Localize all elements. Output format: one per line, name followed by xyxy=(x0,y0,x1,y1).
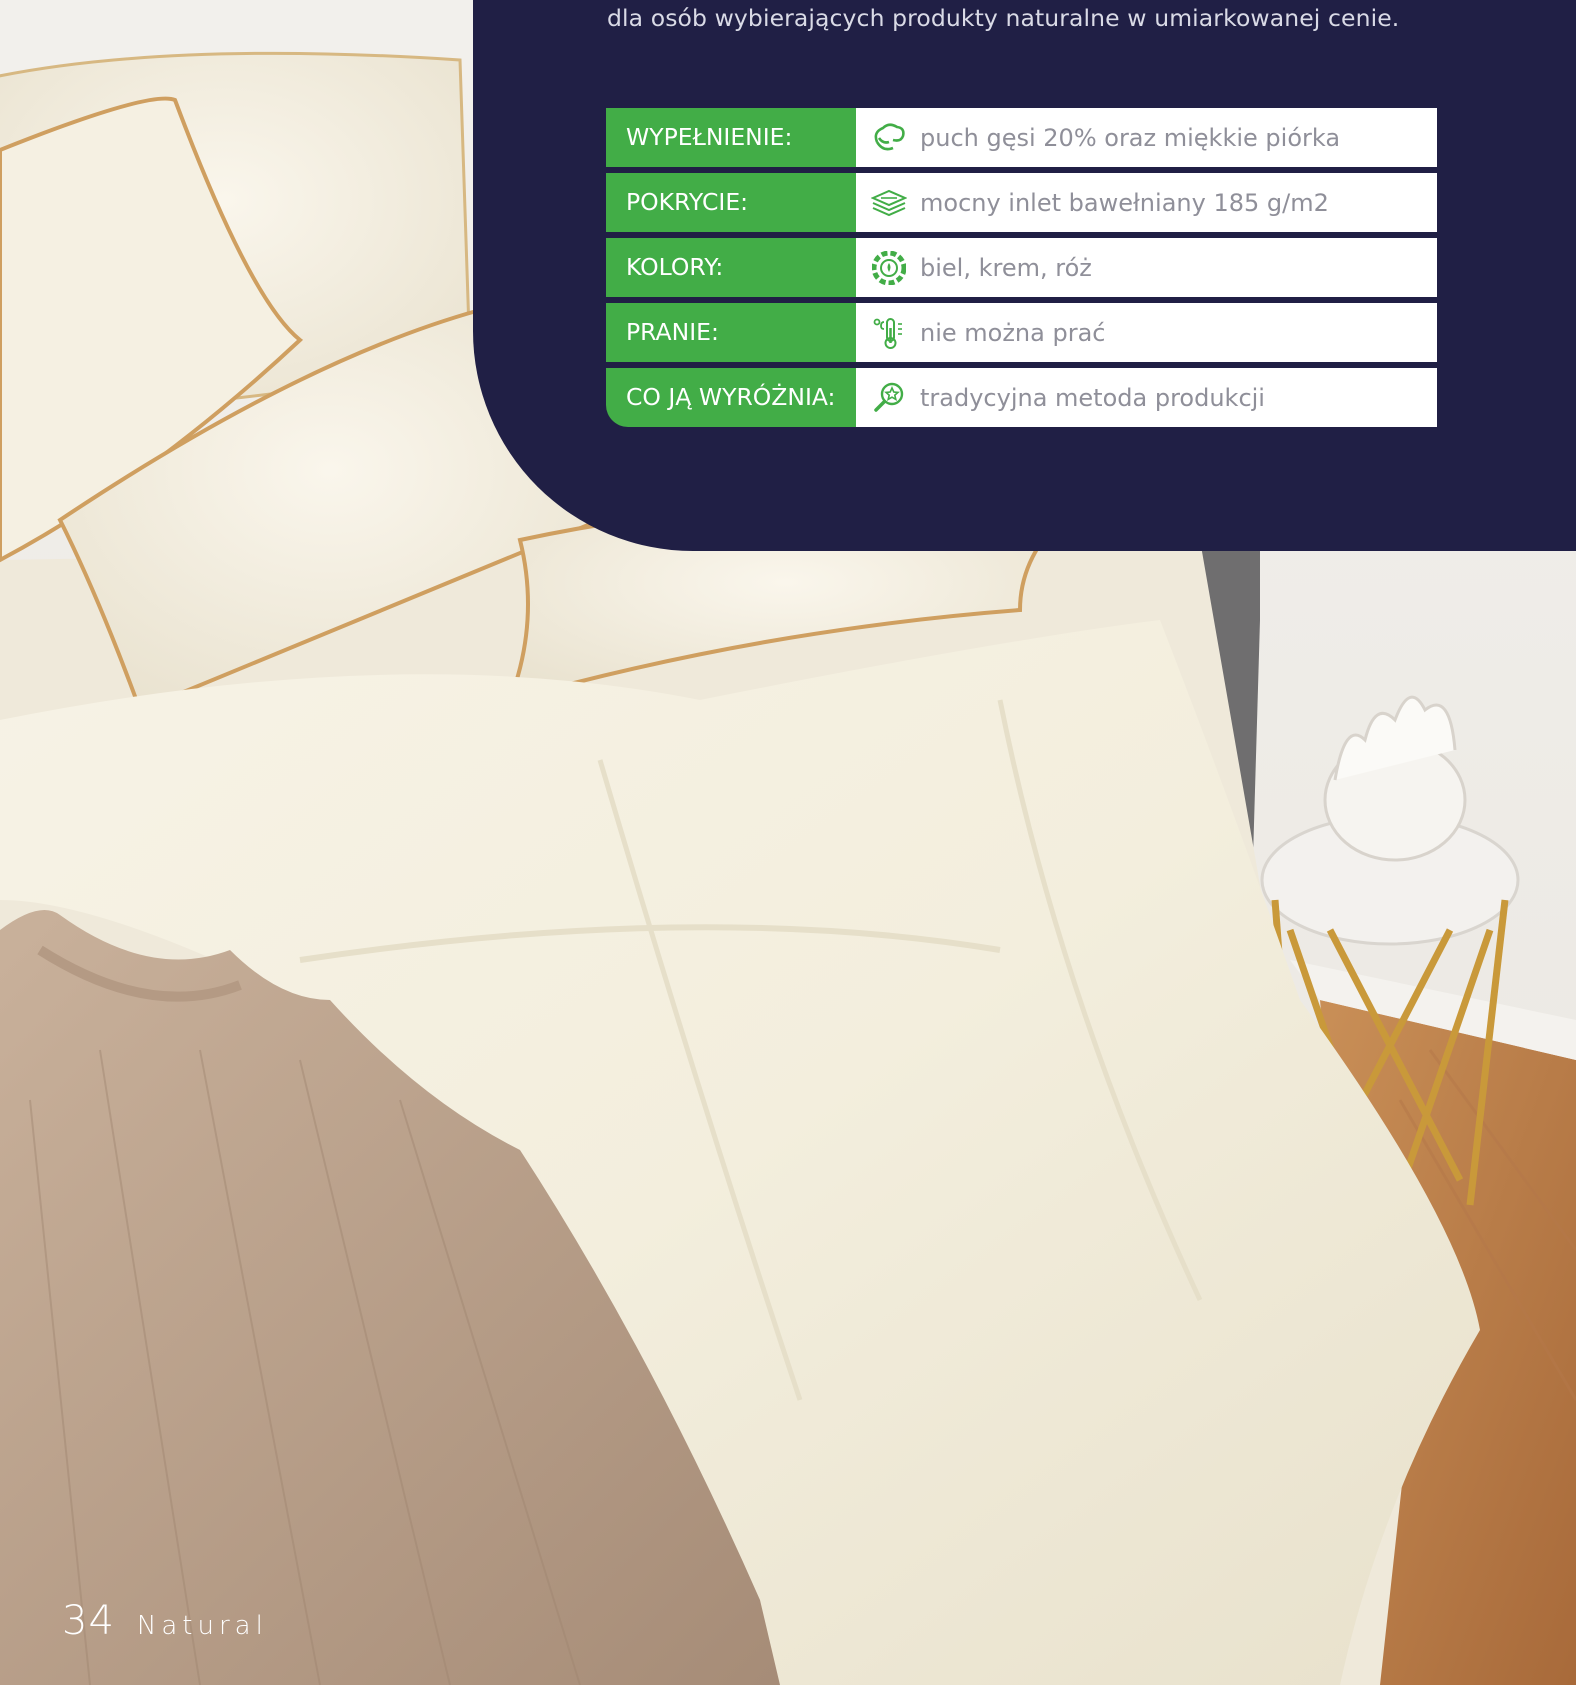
spec-value: puch gęsi 20% oraz miękkie piórka xyxy=(920,123,1341,152)
intro-text: dla osób wybierających produkty naturaln… xyxy=(607,4,1400,32)
color-wheel-icon xyxy=(870,249,908,287)
spec-value-cell: biel, krem, róż xyxy=(856,238,1437,297)
spec-value: biel, krem, róż xyxy=(920,253,1092,282)
spec-label: WYPEŁNIENIE: xyxy=(606,108,856,167)
spec-value-cell: puch gęsi 20% oraz miękkie piórka xyxy=(856,108,1437,167)
spec-label: KOLORY: xyxy=(606,238,856,297)
spec-row-washing: PRANIE: nie można prać xyxy=(606,303,1437,362)
spec-value-cell: tradycyjna metoda produkcji xyxy=(856,368,1437,427)
spec-value-cell: nie można prać xyxy=(856,303,1437,362)
spec-row-filling: WYPEŁNIENIE: puch gęsi 20% oraz miękkie … xyxy=(606,108,1437,167)
thermometer-icon xyxy=(870,314,908,352)
feather-down-icon xyxy=(870,119,908,157)
spec-label: POKRYCIE: xyxy=(606,173,856,232)
spec-value-cell: mocny inlet bawełniany 185 g/m2 xyxy=(856,173,1437,232)
page-footer: 34 Natural xyxy=(62,1598,268,1644)
spec-row-cover: POKRYCIE: mocny inlet bawełniany 185 g/m… xyxy=(606,173,1437,232)
spec-label: CO JĄ WYRÓŻNIA: xyxy=(606,368,856,427)
page-number: 34 xyxy=(62,1598,115,1644)
spec-value: nie można prać xyxy=(920,318,1106,347)
product-info-panel: dla osób wybierających produkty naturaln… xyxy=(473,0,1576,551)
spec-row-features: CO JĄ WYRÓŻNIA: tradycyjna metoda produk… xyxy=(606,368,1437,427)
spec-label: PRANIE: xyxy=(606,303,856,362)
spec-table: WYPEŁNIENIE: puch gęsi 20% oraz miękkie … xyxy=(606,108,1437,427)
section-name: Natural xyxy=(136,1611,268,1641)
spec-value: tradycyjna metoda produkcji xyxy=(920,383,1265,412)
fabric-layers-icon xyxy=(870,184,908,222)
magnifier-star-icon xyxy=(870,379,908,417)
spec-value: mocny inlet bawełniany 185 g/m2 xyxy=(920,188,1329,217)
spec-row-colors: KOLORY: biel, krem, róż xyxy=(606,238,1437,297)
